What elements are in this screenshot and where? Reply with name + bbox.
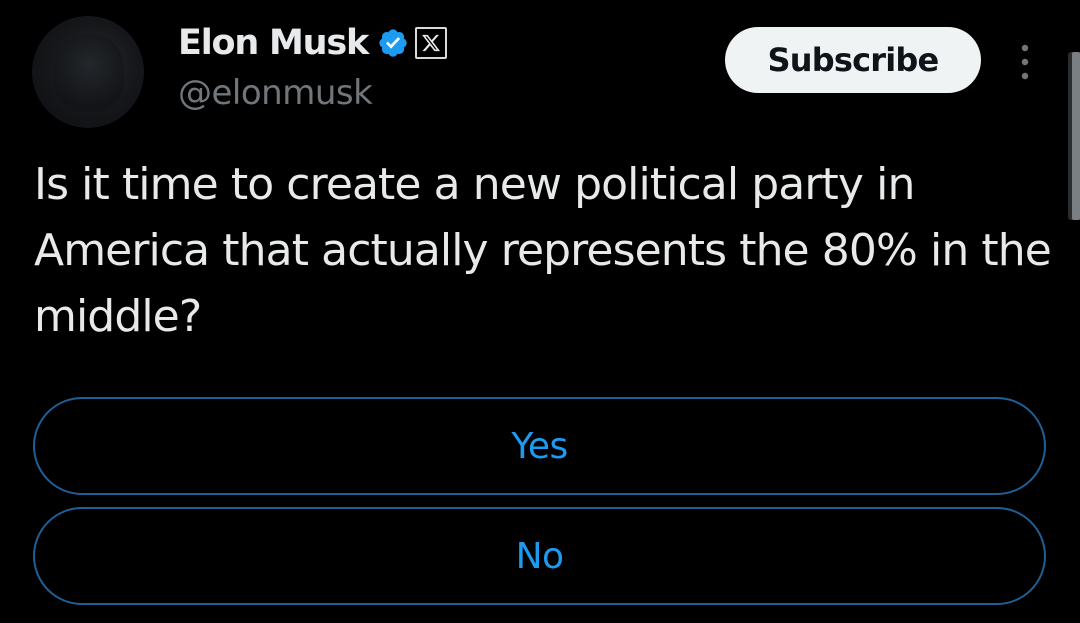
poll-option-no[interactable]: No — [33, 507, 1046, 605]
author-name-row: Elon Musk — [178, 20, 448, 66]
avatar[interactable] — [32, 16, 144, 128]
more-vertical-icon[interactable] — [1010, 40, 1040, 84]
author-display-name[interactable]: Elon Musk — [178, 20, 369, 66]
tweet-text: Is it time to create a new political par… — [34, 159, 1052, 342]
scrollbar-thumb[interactable] — [1072, 52, 1080, 220]
x-affiliate-icon[interactable] — [415, 27, 448, 59]
author-handle[interactable]: @elonmusk — [178, 70, 373, 116]
verified-badge-icon[interactable] — [377, 27, 409, 59]
poll-option-yes[interactable]: Yes — [33, 397, 1046, 495]
subscribe-button[interactable]: Subscribe — [725, 27, 981, 93]
avatar-image — [54, 34, 124, 112]
